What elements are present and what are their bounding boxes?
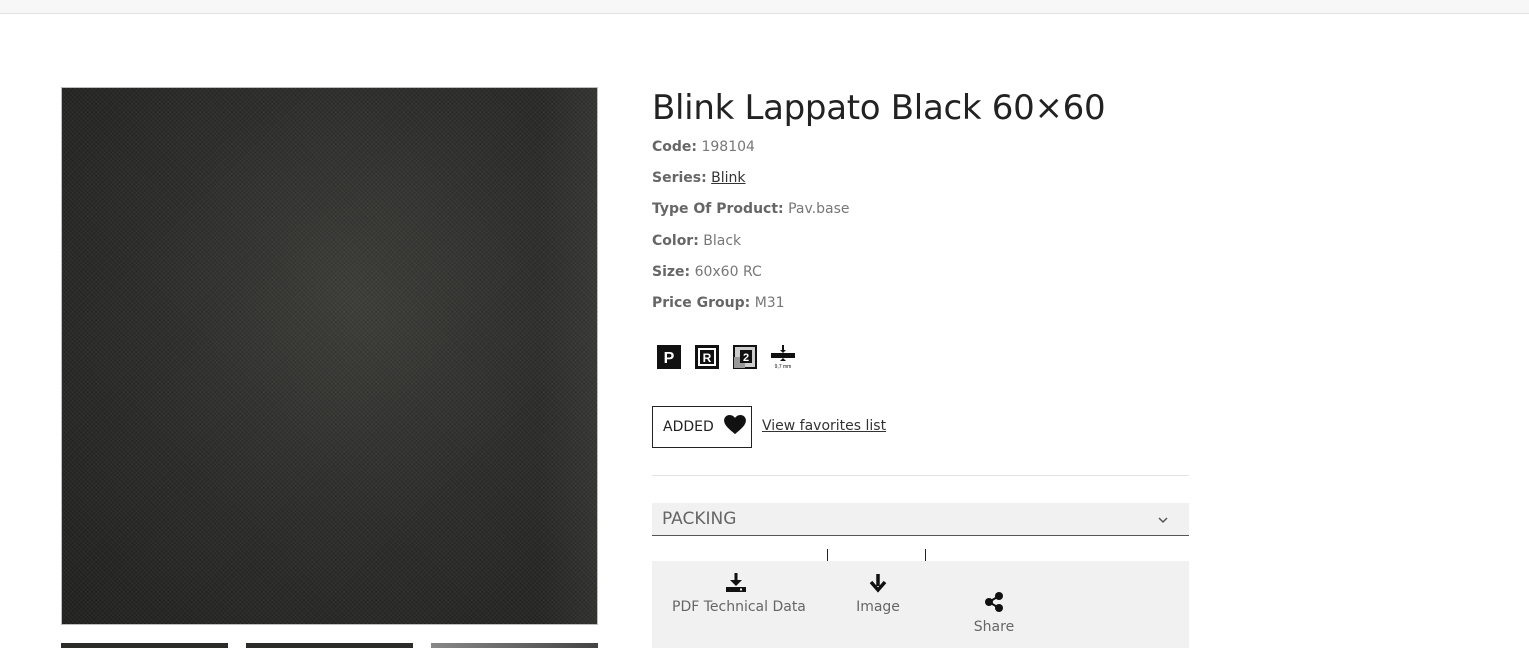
downloads-panel: PDF Technical Data Image Share [652, 561, 1189, 648]
added-label: ADDED [663, 419, 714, 435]
thickness-icon-glyph: 9,7 mm [775, 364, 792, 370]
spec-price-group: Price Group: M31 [652, 293, 850, 324]
spec-price-group-value: M31 [754, 294, 785, 311]
section-divider [652, 475, 1189, 476]
heart-icon [723, 415, 746, 439]
r-icon-glyph: R [703, 351, 712, 365]
series-link[interactable]: Blink [711, 170, 745, 186]
added-to-favorites-button[interactable]: ADDED [652, 406, 752, 448]
spec-price-group-label: Price Group: [652, 294, 751, 311]
spec-code-label: Code: [652, 139, 698, 155]
spec-size-value: 60x60 RC [694, 263, 762, 280]
image-label: Image [856, 599, 900, 615]
product-title: Blink Lappato Black 60×60 [652, 88, 1106, 128]
spec-color-label: Color: [652, 232, 699, 249]
two-icon-glyph: 2 [743, 352, 749, 364]
product-specs: Code: 198104 Series: Blink Type Of Produ… [652, 137, 850, 324]
share-label: Share [973, 619, 1015, 635]
spec-size: Size: 60x60 RC [652, 262, 850, 293]
arrow-down-icon [848, 573, 908, 593]
spec-code-value: 198104 [701, 139, 755, 155]
feature-icons: P R 2 9,7 mm [656, 345, 796, 370]
thumbnail-1[interactable] [61, 643, 228, 648]
image-shine [537, 88, 597, 624]
spec-type: Type Of Product: Pav.base [652, 199, 850, 230]
chevron-down-icon [1157, 511, 1169, 531]
share-button[interactable]: Share [964, 591, 1024, 635]
spec-type-value: Pav.base [788, 201, 850, 218]
spec-code: Code: 198104 [652, 137, 850, 168]
share-icon [964, 591, 1024, 613]
p-icon-glyph: P [664, 350, 675, 367]
download-tray-icon [672, 573, 800, 593]
packing-label: PACKING [662, 509, 737, 529]
pdf-label: PDF Technical Data [672, 599, 806, 615]
top-bar [0, 0, 1529, 14]
product-main-image[interactable] [61, 87, 598, 625]
packing-accordion[interactable]: PACKING [652, 503, 1189, 536]
image-download-button[interactable]: Image [848, 573, 908, 615]
spec-series-label: Series: [652, 170, 707, 187]
view-favorites-link[interactable]: View favorites list [762, 418, 886, 434]
thumbnail-3[interactable] [431, 643, 598, 648]
spec-color: Color: Black [652, 231, 850, 262]
thumbnail-2[interactable] [246, 643, 413, 648]
spec-size-label: Size: [652, 263, 691, 280]
p-icon: P [656, 345, 682, 369]
thickness-icon: 9,7 mm [770, 345, 796, 370]
spec-type-label: Type Of Product: [652, 201, 784, 218]
spec-color-value: Black [703, 232, 742, 249]
pdf-technical-data-button[interactable]: PDF Technical Data [672, 573, 806, 615]
r-icon: R [694, 345, 720, 369]
spec-series: Series: Blink [652, 168, 850, 199]
two-icon: 2 [732, 345, 758, 369]
